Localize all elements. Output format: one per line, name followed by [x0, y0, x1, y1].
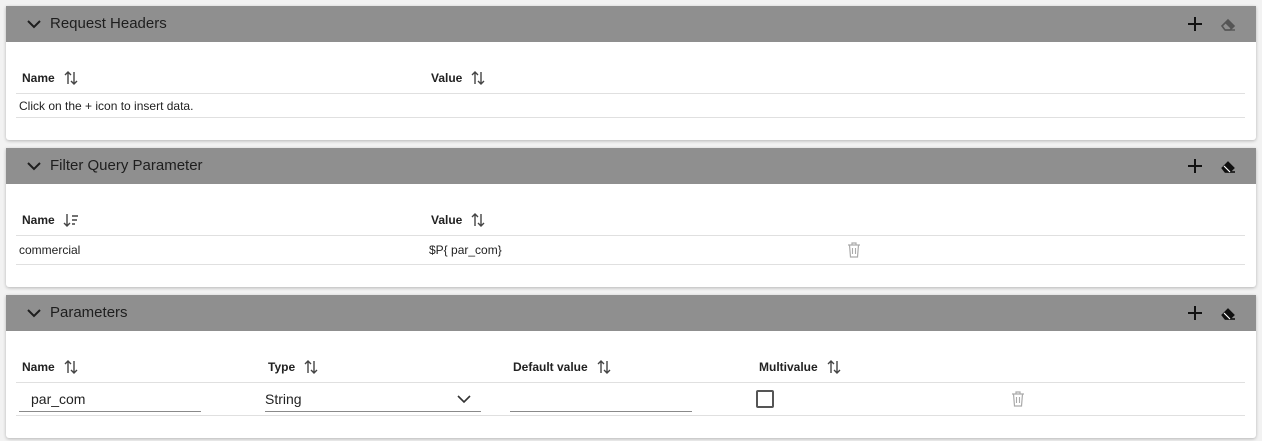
column-header-name[interactable]: Name [22, 212, 79, 228]
column-header-value[interactable]: Value [431, 70, 486, 86]
default-value-input[interactable] [510, 386, 692, 412]
divider [16, 235, 1245, 236]
sort-icon[interactable] [596, 359, 612, 375]
request-headers-header[interactable]: Request Headers [6, 6, 1256, 42]
column-header-type[interactable]: Type [268, 359, 319, 375]
panel-title: Request Headers [50, 15, 167, 32]
divider [16, 382, 1245, 383]
sort-icon[interactable] [470, 212, 486, 228]
plus-icon[interactable] [1186, 15, 1204, 33]
column-header-name[interactable]: Name [22, 359, 79, 375]
chevron-down-icon [457, 395, 471, 404]
column-header-multivalue[interactable]: Multivalue [759, 359, 842, 375]
column-header-name[interactable]: Name [22, 70, 79, 86]
divider [16, 117, 1245, 118]
select-value: String [265, 391, 302, 407]
divider [16, 93, 1245, 94]
parameters-header[interactable]: Parameters [6, 295, 1256, 331]
eraser-icon[interactable] [1219, 15, 1237, 33]
multivalue-checkbox[interactable] [756, 390, 774, 408]
chevron-down-icon[interactable] [26, 159, 42, 173]
parameters-panel: Parameters Name Type Default value Multi… [6, 295, 1256, 438]
sort-icon[interactable] [63, 359, 79, 375]
sort-descending-icon[interactable] [63, 212, 79, 228]
parameter-name-input[interactable] [19, 386, 201, 412]
column-header-value[interactable]: Value [431, 212, 486, 228]
divider [16, 264, 1245, 265]
plus-icon[interactable] [1186, 304, 1204, 322]
eraser-icon[interactable] [1219, 157, 1237, 175]
row-name: commercial [19, 243, 81, 257]
filter-query-header[interactable]: Filter Query Parameter [6, 148, 1256, 184]
divider [16, 415, 1245, 416]
panel-title: Filter Query Parameter [50, 157, 203, 174]
request-headers-panel: Request Headers Name Value Click on the … [6, 6, 1256, 140]
trash-icon[interactable] [1011, 391, 1025, 407]
sort-icon[interactable] [826, 359, 842, 375]
eraser-icon[interactable] [1219, 304, 1237, 322]
parameter-type-select[interactable]: String [265, 386, 481, 412]
plus-icon[interactable] [1186, 157, 1204, 175]
sort-icon[interactable] [470, 70, 486, 86]
chevron-down-icon[interactable] [26, 306, 42, 320]
sort-icon[interactable] [63, 70, 79, 86]
row-value: $P{ par_com} [429, 243, 502, 257]
filter-query-panel: Filter Query Parameter Name Value commer… [6, 148, 1256, 287]
trash-icon[interactable] [847, 242, 861, 258]
chevron-down-icon[interactable] [26, 17, 42, 31]
panel-title: Parameters [50, 304, 128, 321]
column-header-default-value[interactable]: Default value [513, 359, 612, 375]
sort-icon[interactable] [303, 359, 319, 375]
empty-message: Click on the + icon to insert data. [19, 99, 194, 113]
